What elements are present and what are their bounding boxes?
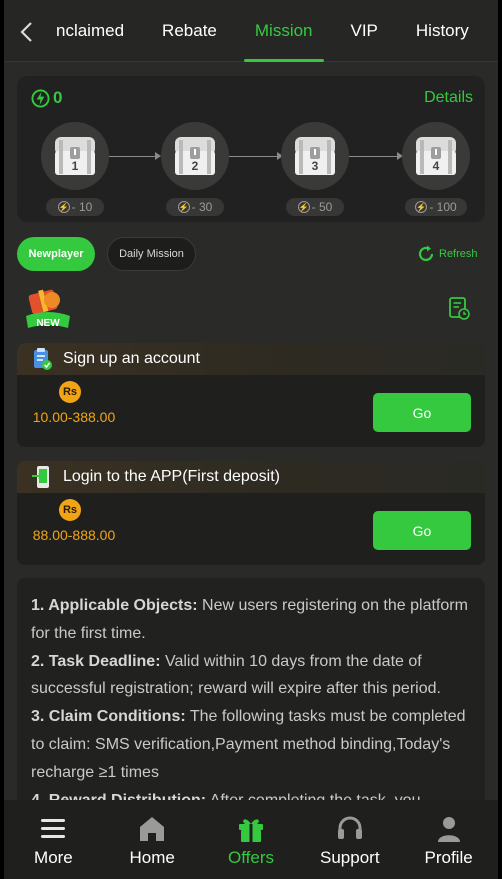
chest-number: 1 bbox=[71, 159, 79, 173]
treasure-chest-icon bbox=[416, 137, 456, 175]
task-title: Sign up an account bbox=[63, 350, 200, 367]
nav-home[interactable]: Home bbox=[103, 800, 202, 879]
bottom-navigation: More Home Offers Support Profile bbox=[4, 800, 498, 879]
task-header: Login to the APP(First deposit) bbox=[17, 461, 485, 493]
rule-item: 2. Task Deadline: Valid within 10 days f… bbox=[31, 648, 473, 704]
lightning-icon: ⚡ bbox=[177, 201, 190, 213]
chest-number: 2 bbox=[191, 159, 199, 173]
chest-cost: - 100 bbox=[429, 200, 457, 214]
top-tab-bar: nclaimed Rebate Mission VIP History bbox=[4, 0, 498, 62]
nav-support[interactable]: Support bbox=[300, 800, 399, 879]
chest-3[interactable]: 3 bbox=[281, 122, 349, 190]
chest-1[interactable]: 1 bbox=[41, 122, 109, 190]
tab-newplayer[interactable]: Newplayer bbox=[17, 237, 95, 271]
gift-icon bbox=[238, 819, 263, 842]
task-card-signup: Sign up an account Rs 10.00-388.00 Go bbox=[17, 343, 485, 447]
nav-more[interactable]: More bbox=[4, 800, 103, 879]
back-chevron-icon[interactable] bbox=[14, 18, 38, 46]
activity-score: 0 bbox=[31, 88, 62, 108]
rupee-coin-icon: Rs bbox=[59, 381, 81, 403]
nav-label: Support bbox=[320, 848, 380, 867]
home-icon bbox=[140, 817, 165, 841]
headset-icon bbox=[337, 816, 362, 839]
nav-label: Home bbox=[129, 848, 175, 867]
progress-arrow bbox=[229, 152, 283, 160]
chest-cost-pill: ⚡ - 50 bbox=[286, 198, 344, 216]
rule-item: 3. Claim Conditions: The following tasks… bbox=[31, 703, 473, 786]
chest-cost: - 30 bbox=[191, 200, 213, 214]
nav-label: More bbox=[34, 848, 73, 867]
task-card-first-deposit: Login to the APP(First deposit) Rs 88.00… bbox=[17, 461, 485, 565]
chest-cost-pill: ⚡ - 100 bbox=[405, 198, 467, 216]
chest-cost: - 50 bbox=[311, 200, 333, 214]
chest-4[interactable]: 4 bbox=[402, 122, 470, 190]
tab-vip[interactable]: VIP bbox=[332, 0, 397, 62]
task-title: Login to the APP(First deposit) bbox=[63, 468, 280, 485]
tab-history[interactable]: History bbox=[397, 0, 488, 62]
refresh-label: Refresh bbox=[439, 248, 478, 260]
refresh-icon bbox=[418, 245, 434, 262]
treasure-chest-icon bbox=[55, 137, 95, 175]
chest-cost-pill: ⚡ - 10 bbox=[46, 198, 104, 216]
chest-2[interactable]: 2 bbox=[161, 122, 229, 190]
chest-number: 4 bbox=[432, 159, 440, 173]
details-link[interactable]: Details bbox=[424, 89, 473, 107]
rule-heading: 2. Task Deadline: bbox=[31, 652, 161, 670]
nav-offers[interactable]: Offers bbox=[202, 800, 301, 879]
rule-heading: 1. Applicable Objects: bbox=[31, 597, 198, 614]
nav-label: Profile bbox=[424, 848, 473, 867]
task-reward-amount: 88.00-888.00 bbox=[32, 527, 116, 543]
lightning-icon: ⚡ bbox=[297, 201, 310, 213]
chest-progress-panel: 0 Details 1 2 3 4 ⚡ - 10 ⚡ - 30 ⚡ - 50 ⚡… bbox=[17, 76, 485, 222]
treasure-chest-icon bbox=[295, 137, 335, 175]
score-value: 0 bbox=[53, 88, 63, 107]
go-button[interactable]: Go bbox=[373, 511, 471, 550]
rupee-coin-icon: Rs bbox=[59, 499, 81, 521]
treasure-chest-icon bbox=[175, 137, 215, 175]
chest-number: 3 bbox=[311, 159, 319, 173]
chest-cost-pill: ⚡ - 30 bbox=[166, 198, 224, 216]
chest-cost: - 10 bbox=[71, 200, 93, 214]
rule-heading: 3. Claim Conditions: bbox=[31, 708, 186, 726]
app-login-icon bbox=[32, 466, 49, 488]
progress-arrow bbox=[349, 152, 403, 160]
task-header: Sign up an account bbox=[17, 343, 485, 375]
progress-arrow bbox=[109, 152, 161, 160]
rule-item: 1. Applicable Objects: New users registe… bbox=[31, 592, 473, 648]
task-record-icon[interactable] bbox=[448, 296, 470, 320]
tab-unclaimed[interactable]: nclaimed bbox=[44, 0, 143, 62]
app-frame: nclaimed Rebate Mission VIP History 0 De… bbox=[4, 0, 498, 879]
nav-profile[interactable]: Profile bbox=[399, 800, 498, 879]
user-icon bbox=[437, 817, 460, 842]
tab-mission[interactable]: Mission bbox=[236, 0, 332, 62]
lightning-icon: ⚡ bbox=[415, 201, 428, 213]
tab-daily-mission[interactable]: Daily Mission bbox=[107, 237, 196, 271]
new-badge-text: NEW bbox=[36, 318, 60, 329]
lightning-icon: ⚡ bbox=[57, 201, 70, 213]
nav-label: Offers bbox=[228, 848, 274, 867]
tab-rebate[interactable]: Rebate bbox=[143, 0, 236, 62]
new-gift-badge-icon: NEW bbox=[26, 289, 70, 329]
menu-icon bbox=[41, 819, 66, 838]
lightning-icon bbox=[31, 88, 50, 108]
task-reward-amount: 10.00-388.00 bbox=[32, 409, 116, 425]
refresh-button[interactable]: Refresh bbox=[416, 244, 478, 264]
clipboard-check-icon bbox=[34, 348, 52, 370]
go-button[interactable]: Go bbox=[373, 393, 471, 432]
